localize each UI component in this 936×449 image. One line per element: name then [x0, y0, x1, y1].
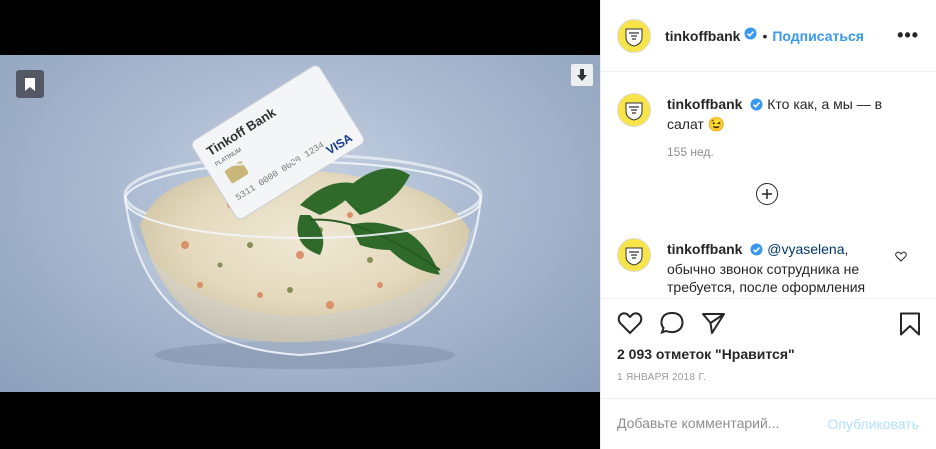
separator-dot: •: [762, 27, 768, 44]
publish-button[interactable]: Опубликовать: [827, 416, 919, 432]
post-date[interactable]: 1 ЯНВАРЯ 2018 Г.: [617, 372, 706, 383]
salad-bowl-image: Tinkoff Bank PLATINUM 5311 0000 0000 123…: [123, 65, 483, 369]
heart-icon[interactable]: [617, 311, 643, 335]
post-photo[interactable]: Tinkoff Bank PLATINUM 5311 0000 0000 123…: [0, 55, 600, 392]
load-more-comments-button[interactable]: [756, 183, 778, 205]
download-icon[interactable]: [571, 64, 593, 86]
bookmark-badge-icon[interactable]: [16, 70, 44, 98]
reply-mention[interactable]: @vyaselena: [767, 241, 844, 257]
comment-icon[interactable]: [659, 311, 685, 335]
verified-icon: [750, 97, 763, 115]
reply-text-block: tinkoffbank @vyaselena, обычно звонок со…: [667, 240, 897, 296]
post-panel: tinkoffbank • Подписаться ••• tinkoffban…: [600, 0, 936, 449]
reply-username[interactable]: tinkoffbank: [667, 241, 742, 257]
share-icon[interactable]: [701, 311, 727, 335]
tinkoff-logo-icon: [625, 102, 643, 121]
tinkoff-logo-icon: [625, 247, 643, 266]
post-media: Tinkoff Bank PLATINUM 5311 0000 0000 123…: [0, 0, 600, 449]
avatar[interactable]: [617, 238, 651, 272]
comments-list[interactable]: tinkoffbank Кто как, а мы — в салат 😉 15…: [601, 73, 936, 298]
verified-icon: [750, 242, 763, 260]
avatar[interactable]: [617, 18, 651, 53]
reply-comment: tinkoffbank @vyaselena, обычно звонок со…: [617, 238, 917, 298]
caption-text-block: tinkoffbank Кто как, а мы — в салат 😉: [667, 95, 897, 133]
post-header: tinkoffbank • Подписаться •••: [601, 0, 936, 72]
caption-username[interactable]: tinkoffbank: [667, 96, 742, 112]
avatar[interactable]: [617, 93, 651, 127]
post-actions: 2 093 отметок "Нравится" 1 ЯНВАРЯ 2018 Г…: [601, 298, 936, 398]
follow-button[interactable]: Подписаться: [772, 28, 864, 44]
action-icons: [617, 311, 727, 335]
add-comment-section: Опубликовать: [601, 398, 936, 449]
likes-count[interactable]: 2 093 отметок "Нравится": [617, 346, 795, 362]
caption-comment: tinkoffbank Кто как, а мы — в салат 😉 15…: [617, 93, 917, 163]
post-author-username[interactable]: tinkoffbank: [665, 28, 740, 44]
verified-icon: [744, 27, 757, 45]
save-icon[interactable]: [899, 312, 921, 341]
comment-like-heart-icon[interactable]: [895, 249, 907, 267]
instagram-post-modal: Tinkoff Bank PLATINUM 5311 0000 0000 123…: [0, 0, 936, 449]
caption-time[interactable]: 155 нед.: [667, 145, 714, 159]
more-options-icon[interactable]: •••: [897, 25, 919, 46]
plus-circle-icon: [762, 189, 772, 199]
comment-input[interactable]: [617, 413, 807, 433]
tinkoff-logo-icon: [625, 28, 643, 47]
